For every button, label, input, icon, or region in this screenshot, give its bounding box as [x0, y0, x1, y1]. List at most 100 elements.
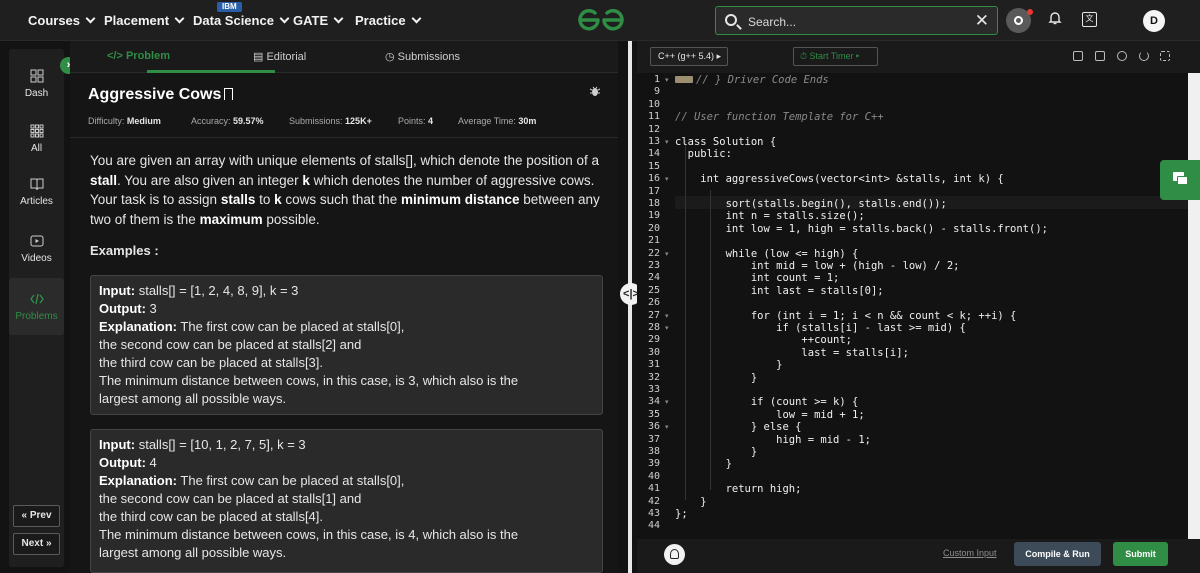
line-number: 28	[647, 322, 660, 333]
bug-report-icon[interactable]	[589, 85, 601, 97]
sidebar-item-articles[interactable]: Articles	[9, 177, 64, 217]
line-number: 32	[647, 371, 660, 383]
problem-description: You are given an array with unique eleme…	[90, 153, 600, 227]
line-number: 27	[647, 309, 660, 321]
code-line: int mid = low + (high - low) / 2;	[675, 260, 960, 272]
code-line: int count = 1;	[675, 272, 840, 285]
sidebar-item-dash[interactable]: Dash	[9, 69, 64, 109]
nav-courses[interactable]: Courses	[28, 13, 96, 28]
nav-data-science[interactable]: Data Science	[193, 13, 290, 28]
chevron-down-icon	[85, 13, 96, 24]
chevron-down-icon	[174, 13, 185, 24]
bell-icon[interactable]	[1048, 11, 1062, 25]
line-number: 19	[647, 210, 660, 222]
code-line: int aggressiveCows(vector<int> &stalls, …	[675, 173, 1004, 186]
avatar[interactable]: D	[1143, 10, 1165, 32]
line-number: 40	[647, 470, 660, 482]
examples-heading: Examples :	[90, 243, 159, 258]
chevron-down-icon	[279, 13, 290, 24]
next-button[interactable]: Next »	[13, 533, 60, 555]
code-line: } else {	[675, 421, 802, 434]
line-number: 37	[647, 433, 660, 445]
meta-average-time: Average Time: 30m	[458, 116, 537, 126]
copy-icon[interactable]	[1073, 51, 1083, 61]
code-line: high = mid - 1;	[675, 433, 871, 446]
code-line: }	[675, 359, 783, 372]
language-select[interactable]: C++ (g++ 5.4) ▸	[650, 47, 728, 66]
code-line: public:	[675, 148, 732, 161]
prev-button[interactable]: « Prev	[13, 505, 60, 527]
tab-submissions[interactable]: ◷ Submissions	[385, 50, 460, 63]
line-number: 13	[647, 136, 660, 147]
left-sidebar: Dash All Articles Videos Problems « Prev…	[9, 49, 64, 567]
custom-input-link[interactable]: Custom Input	[943, 548, 997, 558]
fold-arrow-icon[interactable]: ▾	[665, 250, 669, 258]
fold-arrow-icon[interactable]: ▾	[665, 423, 669, 431]
fullscreen-icon[interactable]	[1160, 51, 1170, 61]
fold-arrow-icon[interactable]: ▾	[665, 312, 669, 320]
fold-arrow-icon[interactable]: ▾	[665, 138, 669, 146]
editor-toolbar: C++ (g++ 5.4) ▸ ⏱ Start Timer ▸	[637, 41, 1200, 73]
line-number: 26	[647, 297, 660, 309]
ibm-badge: IBM	[217, 2, 242, 12]
file-icon[interactable]	[1095, 51, 1105, 61]
editor-bottom-bar: Custom Input Compile & Run Submit	[637, 539, 1200, 573]
top-navbar: Courses Placement IBM Data Science GATE …	[0, 0, 1200, 41]
code-line: while (low <= high) {	[675, 247, 859, 260]
fold-arrow-icon[interactable]: ▾	[665, 398, 669, 406]
fold-arrow-icon[interactable]: ▾	[665, 76, 669, 84]
start-timer-button[interactable]: ⏱ Start Timer ▸	[793, 47, 878, 66]
code-editor[interactable]: 1 ▾ 9 10 11 12 13 ▾ 14 15 16 ▾ 17 18 19 20 21 22 ▾ 23 24 25 26…	[637, 73, 1200, 539]
meta-submissions: Submissions: 125K+	[289, 116, 372, 126]
fold-arrow-icon[interactable]: ▾	[665, 324, 669, 332]
chevron-down-icon	[411, 13, 422, 24]
code-icon	[29, 293, 44, 305]
code-line: }	[675, 495, 707, 508]
line-number: 18	[647, 198, 660, 209]
reset-icon[interactable]	[1139, 51, 1149, 61]
meta-accuracy: Accuracy: 59.57%	[191, 116, 264, 126]
chevron-down-icon	[333, 13, 344, 24]
gfg-logo-icon[interactable]	[576, 7, 626, 33]
line-number: 42	[647, 495, 660, 507]
nav-placement[interactable]: Placement	[104, 13, 185, 28]
sidebar-item-problems[interactable]: Problems	[9, 278, 64, 335]
sidebar-item-videos[interactable]: Videos	[9, 234, 64, 274]
line-number: 16	[647, 173, 660, 185]
clear-search-icon[interactable]: ✕	[975, 11, 989, 31]
nav-gate[interactable]: GATE	[293, 13, 344, 28]
code-icon: </>	[107, 50, 126, 62]
nav-practice[interactable]: Practice	[355, 13, 422, 28]
tab-editorial[interactable]: ▤ Editorial	[253, 50, 306, 63]
video-icon	[30, 235, 43, 247]
settings-icon[interactable]	[1117, 51, 1127, 61]
panel-resizer[interactable]	[628, 41, 632, 573]
tab-problem[interactable]: </> Problem	[107, 50, 170, 62]
line-number: 43	[647, 508, 660, 519]
chat-button[interactable]	[1160, 160, 1200, 200]
clock-icon: ◷	[385, 51, 398, 63]
lightbulb-icon[interactable]	[664, 544, 685, 565]
editor-scrollbar[interactable]	[1188, 73, 1200, 539]
sidebar-item-all[interactable]: All	[9, 124, 64, 164]
collapsed-region-marker[interactable]	[675, 76, 693, 83]
line-number: 1	[653, 74, 660, 85]
code-line: ++count;	[675, 334, 853, 347]
theme-toggle-button[interactable]	[1006, 8, 1033, 33]
problem-panel: Aggressive Cows Difficulty: Medium Accur…	[70, 73, 618, 573]
bookmark-icon[interactable]	[224, 88, 234, 100]
translate-icon[interactable]: 文	[1082, 12, 1097, 27]
line-number: 22	[647, 247, 660, 259]
line-number: 14	[647, 148, 660, 160]
example-box: Input: stalls[] = [1, 2, 4, 8, 9], k = 3…	[90, 275, 603, 415]
document-icon: ▤	[253, 51, 267, 63]
fold-arrow-icon[interactable]: ▾	[665, 175, 669, 183]
compile-run-button[interactable]: Compile & Run	[1014, 542, 1101, 566]
submit-button[interactable]: Submit	[1113, 542, 1168, 566]
code-line: int n = stalls.size();	[675, 210, 865, 223]
code-line: low = mid + 1;	[675, 408, 865, 421]
book-icon	[30, 178, 43, 191]
line-number: 30	[647, 346, 660, 358]
code-line: // } Driver Code Ends	[675, 74, 829, 86]
search-box[interactable]: Search... ✕	[715, 6, 998, 35]
